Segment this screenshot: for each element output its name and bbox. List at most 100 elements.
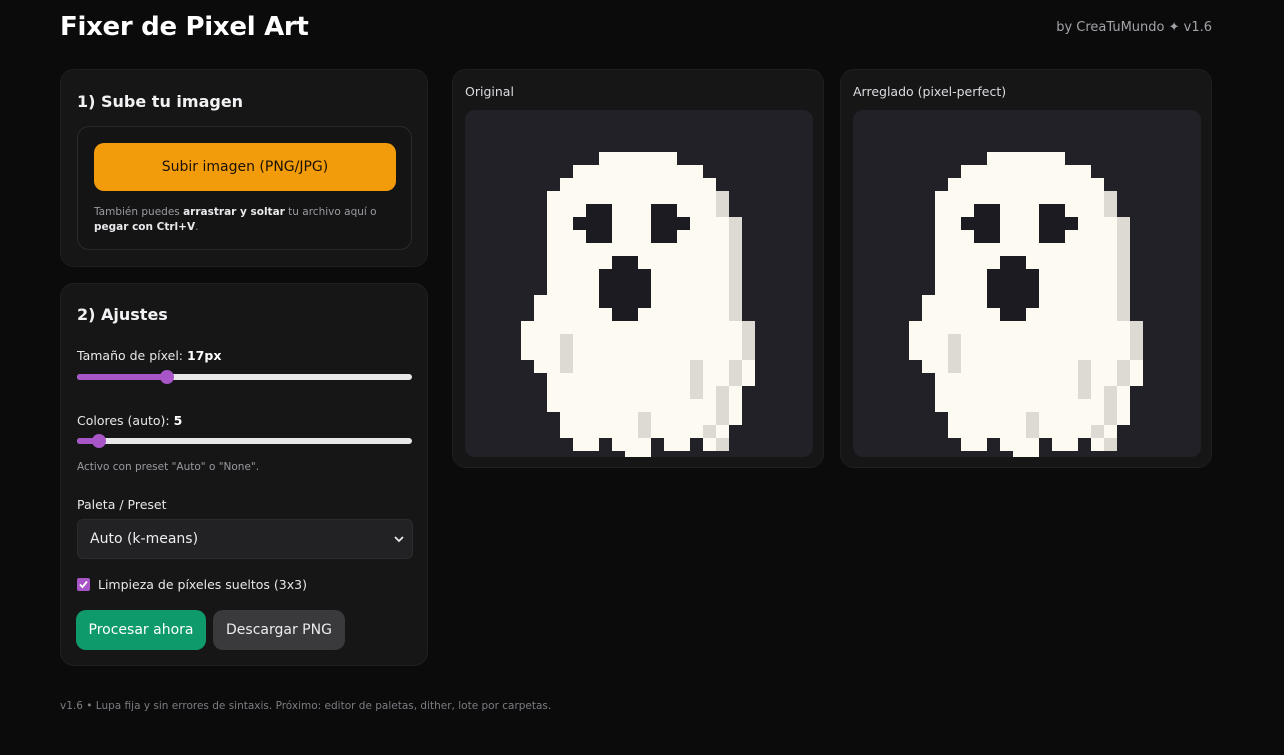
ghost-pixel <box>599 152 677 165</box>
ghost-shade-pixel <box>1117 243 1130 256</box>
ghost-eye-pixel <box>677 217 690 230</box>
ghost-pixel <box>1013 451 1039 457</box>
ghost-sprite-fixed <box>909 152 1143 457</box>
ghost-eye-pixel <box>573 217 586 230</box>
ghost-shade-pixel <box>729 308 742 321</box>
original-panel: Original <box>452 69 824 468</box>
ghost-shade-pixel <box>1117 373 1130 386</box>
ghost-shade-pixel <box>1117 282 1130 295</box>
upload-button[interactable]: Subir imagen (PNG/JPG) <box>94 143 396 191</box>
ghost-shade-pixel <box>1117 360 1130 373</box>
ghost-shade-pixel <box>1091 425 1104 438</box>
ghost-shade-pixel <box>1130 334 1143 347</box>
colors-label-text: Colores (auto): <box>77 413 174 428</box>
ghost-pixel <box>961 165 1091 178</box>
dropzone[interactable]: Subir imagen (PNG/JPG) También puedes ar… <box>77 126 412 250</box>
palette-select[interactable]: Auto (k-means) <box>77 519 413 559</box>
ghost-shade-pixel <box>560 334 573 373</box>
ghost-shade-pixel <box>742 321 755 334</box>
slider-thumb[interactable] <box>91 434 106 448</box>
ghost-pixel <box>1052 438 1078 451</box>
check-icon <box>79 580 88 589</box>
ghost-pixel <box>909 347 1143 360</box>
ghost-pixel <box>1000 438 1039 451</box>
upload-heading: 1) Sube tu imagen <box>77 92 244 111</box>
ghost-shade-pixel <box>1117 256 1130 269</box>
ghost-eye-pixel <box>974 204 1000 243</box>
ghost-pixel <box>547 230 729 243</box>
ghost-pixel <box>909 321 1143 334</box>
ghost-shade-pixel <box>1026 412 1039 438</box>
original-canvas[interactable] <box>465 110 813 457</box>
ghost-shade-pixel <box>1130 347 1143 360</box>
ghost-shade-pixel <box>1117 230 1130 243</box>
ghost-shade-pixel <box>1104 438 1117 451</box>
ghost-pixel <box>935 399 1130 412</box>
colors-value: 5 <box>173 413 183 428</box>
ghost-mouth-pixel <box>987 269 1039 308</box>
app-title: Fixer de Pixel Art <box>60 12 309 42</box>
settings-card: 2) Ajustes Tamaño de píxel: 17px Colores… <box>60 283 428 666</box>
ghost-sprite-original <box>521 152 755 457</box>
ghost-pixel <box>547 386 742 399</box>
fixed-label: Arreglado (pixel-perfect) <box>853 84 1007 99</box>
ghost-pixel <box>909 334 1143 347</box>
ghost-pixel <box>935 243 1117 256</box>
pixel-size-slider[interactable] <box>77 370 412 384</box>
colors-note: Activo con preset "Auto" o "None". <box>77 461 260 473</box>
ghost-eye-pixel <box>1039 204 1065 243</box>
ghost-shade-pixel <box>716 438 729 451</box>
colors-slider[interactable] <box>77 434 412 448</box>
slider-thumb[interactable] <box>160 370 175 384</box>
ghost-shade-pixel <box>1117 269 1130 282</box>
ghost-shade-pixel <box>1117 295 1130 308</box>
chevron-down-icon <box>394 536 404 543</box>
hint-text: . <box>195 221 199 233</box>
ghost-pixel <box>612 438 651 451</box>
ghost-pixel <box>547 191 729 204</box>
upload-card: 1) Sube tu imagen Subir imagen (PNG/JPG)… <box>60 69 428 267</box>
ghost-shade-pixel <box>1104 191 1117 204</box>
ghost-shade-pixel <box>729 269 742 282</box>
ghost-shade-pixel <box>729 360 742 373</box>
ghost-shade-pixel <box>716 399 729 412</box>
download-button[interactable]: Descargar PNG <box>213 610 345 650</box>
process-button[interactable]: Procesar ahora <box>76 610 206 650</box>
ghost-pixel <box>547 373 755 386</box>
ghost-shade-pixel <box>742 347 755 360</box>
footer-note: v1.6 • Lupa fija y sin errores de sintax… <box>60 700 552 712</box>
ghost-pixel <box>961 438 987 451</box>
ghost-shade-pixel <box>716 191 729 204</box>
settings-heading: 2) Ajustes <box>77 305 168 324</box>
palette-selected-value: Auto (k-means) <box>90 531 199 547</box>
ghost-shade-pixel <box>948 334 961 373</box>
ghost-pixel <box>625 451 651 457</box>
ghost-shade-pixel <box>703 425 716 438</box>
ghost-pixel <box>987 152 1065 165</box>
fixed-canvas[interactable] <box>853 110 1201 457</box>
pixel-size-label: Tamaño de píxel: 17px <box>77 348 221 363</box>
hint-drag-drop: arrastrar y soltar <box>183 206 285 218</box>
ghost-pixel <box>521 334 755 347</box>
ghost-pixel <box>547 204 729 217</box>
cleanup-label[interactable]: Limpieza de píxeles sueltos (3x3) <box>98 577 307 592</box>
hint-paste: pegar con Ctrl+V <box>94 221 196 233</box>
ghost-shade-pixel <box>716 386 729 399</box>
ghost-shade-pixel <box>729 243 742 256</box>
ghost-pixel <box>573 438 599 451</box>
cleanup-checkbox[interactable] <box>77 578 90 591</box>
ghost-shade-pixel <box>1078 360 1091 399</box>
ghost-shade-pixel <box>716 204 729 217</box>
ghost-pixel <box>547 399 742 412</box>
fixed-panel: Arreglado (pixel-perfect) <box>840 69 1212 468</box>
ghost-pixel <box>935 373 1143 386</box>
ghost-shade-pixel <box>638 412 651 438</box>
ghost-mouth-pixel <box>599 269 651 308</box>
ghost-shade-pixel <box>729 282 742 295</box>
ghost-pixel <box>948 178 1104 191</box>
ghost-shade-pixel <box>729 217 742 230</box>
slider-fill <box>77 374 168 380</box>
ghost-pixel <box>547 243 729 256</box>
ghost-eye-pixel <box>651 204 677 243</box>
ghost-shade-pixel <box>1117 308 1130 321</box>
